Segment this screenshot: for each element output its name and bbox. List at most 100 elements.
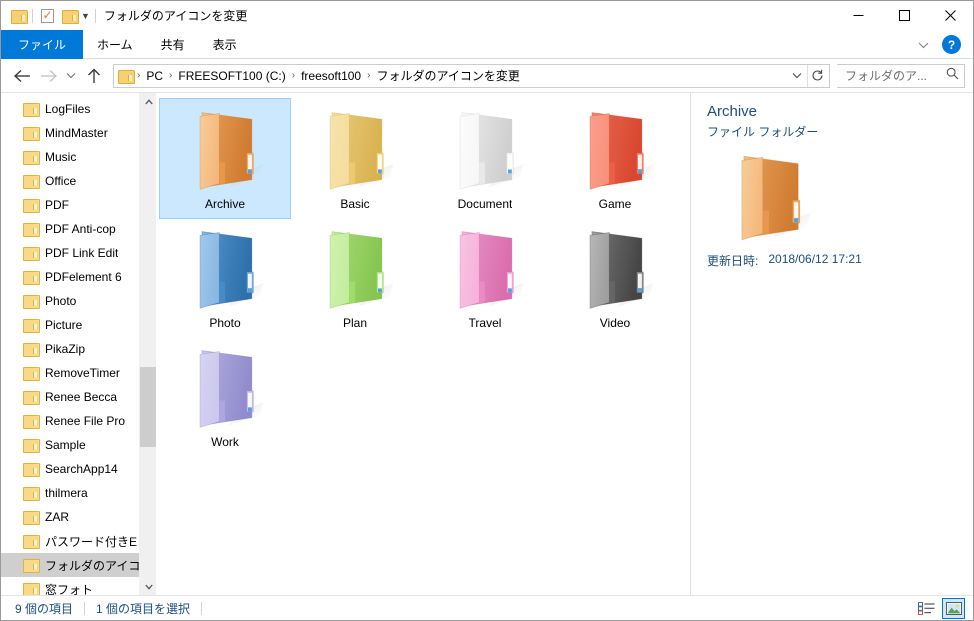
navigation-scrollbar[interactable] — [139, 93, 156, 595]
breadcrumb-item-freesoft100[interactable]: freesoft100 — [297, 67, 365, 85]
status-divider-2 — [201, 601, 203, 615]
search-input[interactable] — [845, 68, 945, 83]
sidebar-item[interactable]: 窓フォト — [1, 577, 156, 595]
maximize-button[interactable] — [881, 1, 927, 30]
status-bar: 9 個の項目 1 個の項目を選択 — [1, 595, 973, 620]
tab-file[interactable]: ファイル — [1, 30, 84, 59]
sidebar-item[interactable]: PDF — [1, 193, 156, 217]
folder-icon — [329, 231, 394, 309]
address-bar-row: › PC › FREESOFT100 (C:) › freesoft100 › … — [1, 59, 973, 93]
search-icon[interactable] — [946, 67, 959, 85]
sidebar-item[interactable]: Photo — [1, 289, 156, 313]
minimize-button[interactable] — [835, 1, 881, 30]
search-box[interactable] — [837, 63, 965, 88]
file-item[interactable]: Game — [550, 99, 680, 218]
file-item-label: Work — [211, 435, 239, 449]
sidebar-item[interactable]: SearchApp14 — [1, 457, 156, 481]
folder-icon — [23, 319, 40, 333]
breadcrumb-item-pc[interactable]: PC — [142, 67, 167, 85]
navigation-list: LogFiles MindMaster Music Office PDF PDF Anti… — [1, 93, 156, 595]
sidebar-item[interactable]: LogFiles — [1, 97, 156, 121]
folder-icon — [23, 271, 40, 285]
refresh-icon[interactable] — [807, 64, 827, 87]
properties-icon[interactable] — [36, 5, 58, 27]
tab-home[interactable]: ホーム — [83, 30, 147, 59]
sidebar-item[interactable]: ZAR — [1, 505, 156, 529]
sidebar-item[interactable]: Picture — [1, 313, 156, 337]
folder-icon — [23, 583, 40, 595]
details-row: 更新日時: 2018/06/12 17:21 — [707, 252, 957, 269]
breadcrumb-separator[interactable]: › — [135, 70, 142, 81]
sidebar-item[interactable]: PikaZip — [1, 337, 156, 361]
folder-icon — [459, 112, 524, 190]
file-item[interactable]: Photo — [160, 218, 290, 337]
sidebar-item[interactable]: Sample — [1, 433, 156, 457]
folder-icon[interactable] — [7, 5, 29, 27]
sidebar-item[interactable]: PDFelement 6 — [1, 265, 156, 289]
file-item[interactable]: Travel — [420, 218, 550, 337]
sidebar-item[interactable]: PDF Link Edit — [1, 241, 156, 265]
folder-icon — [23, 103, 40, 117]
sidebar-item[interactable]: RemoveTimer — [1, 361, 156, 385]
scroll-down-button[interactable] — [140, 578, 156, 595]
chevron-down-icon[interactable] — [912, 34, 934, 56]
folder-icon — [23, 223, 40, 237]
file-item[interactable]: Archive — [159, 98, 291, 219]
file-item[interactable]: Work — [160, 337, 290, 456]
file-item[interactable]: Plan — [290, 218, 420, 337]
file-item[interactable]: Video — [550, 218, 680, 337]
breadcrumb-separator[interactable]: › — [290, 70, 297, 81]
file-list-view[interactable]: Archive Basic Document Game Photo Plan T… — [156, 93, 690, 595]
sidebar-item-label: thilmera — [45, 486, 88, 500]
file-item[interactable]: Document — [420, 99, 550, 218]
sidebar-item[interactable]: Office — [1, 169, 156, 193]
file-item-label: Video — [599, 316, 631, 330]
sidebar-item[interactable]: MindMaster — [1, 121, 156, 145]
breadcrumb-separator[interactable]: › — [365, 70, 372, 81]
folder-icon — [23, 391, 40, 405]
scrollbar-track[interactable] — [140, 110, 156, 578]
details-view-button[interactable] — [915, 598, 938, 619]
sidebar-item-label: Renee File Pro — [45, 414, 126, 428]
ribbon-right-controls: ? — [912, 30, 973, 59]
breadcrumb-item-current[interactable]: フォルダのアイコンを変更 — [372, 65, 523, 86]
breadcrumb-item-drive[interactable]: FREESOFT100 (C:) — [174, 67, 289, 85]
chevron-down-icon[interactable] — [787, 65, 807, 87]
details-row-value: 2018/06/12 17:21 — [768, 252, 862, 266]
forward-button[interactable] — [35, 63, 61, 89]
sidebar-item[interactable]: thilmera — [1, 481, 156, 505]
sidebar-item[interactable]: Renee Becca — [1, 385, 156, 409]
sidebar-item[interactable]: Music — [1, 145, 156, 169]
sidebar-item[interactable]: PDF Anti-cop — [1, 217, 156, 241]
folder-icon — [23, 439, 40, 453]
sidebar-item[interactable]: Renee File Pro — [1, 409, 156, 433]
scrollbar-thumb[interactable] — [140, 367, 156, 447]
navigation-pane: LogFiles MindMaster Music Office PDF PDF Anti… — [1, 93, 156, 595]
sidebar-item-label: Office — [45, 174, 77, 188]
help-icon[interactable]: ? — [942, 35, 961, 54]
file-item[interactable]: Basic — [290, 99, 420, 218]
file-item-icon — [309, 222, 401, 314]
sidebar-item[interactable]: パスワード付きE — [1, 529, 156, 553]
quick-access-toolbar: ▼ — [7, 5, 99, 27]
sidebar-item-label: Sample — [45, 438, 86, 452]
breadcrumb-separator[interactable]: › — [167, 70, 174, 81]
scroll-up-button[interactable] — [140, 93, 156, 110]
sidebar-item[interactable]: フォルダのアイコ — [1, 553, 156, 577]
file-item-icon — [179, 103, 271, 195]
close-button[interactable] — [927, 1, 973, 30]
tab-share[interactable]: 共有 — [147, 30, 199, 59]
sidebar-item-label: SearchApp14 — [45, 462, 118, 476]
tab-view[interactable]: 表示 — [199, 30, 251, 59]
back-button[interactable] — [9, 63, 35, 89]
new-folder-icon[interactable] — [58, 5, 80, 27]
large-icons-view-button[interactable] — [942, 598, 965, 619]
folder-icon — [23, 343, 40, 357]
address-bar[interactable]: › PC › FREESOFT100 (C:) › freesoft100 › … — [113, 63, 830, 88]
recent-locations-button[interactable] — [61, 63, 81, 89]
up-button[interactable] — [81, 63, 107, 89]
window-title: フォルダのアイコンを変更 — [103, 9, 248, 23]
title-bar: ▼ フォルダのアイコンを変更 — [1, 1, 973, 30]
chevron-down-icon[interactable]: ▼ — [81, 11, 90, 21]
folder-icon — [23, 463, 40, 477]
